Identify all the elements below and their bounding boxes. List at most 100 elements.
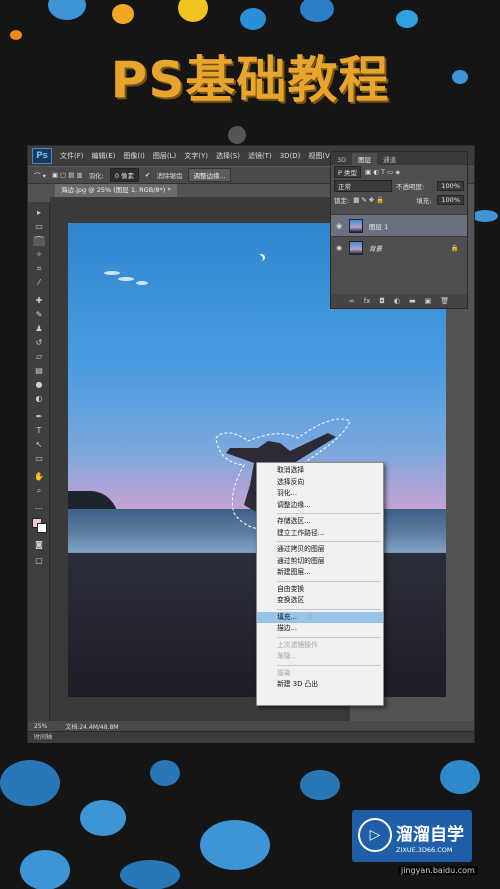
link-icon[interactable]: ∞ (349, 297, 355, 305)
selection-mode-icons[interactable]: ▣ ▢ ▤ ▥ (52, 171, 83, 179)
zoom-level[interactable]: 25% (34, 723, 47, 730)
blur-tool-icon[interactable]: ● (33, 380, 45, 390)
refine-edge-button[interactable]: 调整边缘... (188, 168, 231, 182)
history-brush-icon[interactable]: ↺ (33, 338, 45, 348)
mouse-cursor-icon: ☝ (307, 611, 313, 622)
quick-mask-icon[interactable]: ◙ (33, 540, 45, 550)
layer-name: 图层 1 (369, 222, 389, 231)
lock-icon: 🔒 (450, 243, 459, 252)
layer-name: 背景 (369, 244, 382, 253)
gradient-tool-icon[interactable]: ▤ (33, 366, 45, 376)
context-menu-item[interactable]: 自由变换 (257, 584, 383, 596)
page-title: PS基础教程 (110, 51, 390, 109)
trash-icon[interactable]: 🗑 (440, 297, 449, 305)
context-menu-item[interactable]: 调整边缘... (257, 500, 383, 512)
path-select-tool-icon[interactable]: ↖ (33, 440, 45, 450)
menu-image[interactable]: 图像(I) (119, 151, 149, 161)
menu-layer[interactable]: 图层(L) (149, 151, 180, 161)
pen-tool-icon[interactable]: ✒ (33, 412, 45, 422)
eye-icon[interactable]: ◉ (335, 222, 343, 230)
zoom-tool-icon[interactable]: ⌕ (33, 486, 45, 496)
mask-icon[interactable]: ◘ (379, 297, 385, 305)
context-menu-item[interactable]: 新建图层... (257, 567, 383, 579)
document-size[interactable]: 文档:24.4M/48.8M (65, 722, 118, 731)
lock-icons[interactable]: ▦ ✎ ✥ 🔒 (353, 196, 384, 204)
context-menu-item[interactable]: 建立工作路径... (257, 528, 383, 540)
adjustment-icon[interactable]: ◐ (394, 297, 400, 305)
layer-thumbnail (349, 240, 363, 255)
eraser-tool-icon[interactable]: ▱ (33, 352, 45, 362)
context-menu-item[interactable]: 新建 3D 凸出 (257, 679, 383, 691)
context-menu-item: 渐隐... (277, 652, 298, 660)
move-tool-icon[interactable]: ▸ (33, 208, 45, 218)
watermark-site: ZIXUE.3D66.COM (396, 846, 453, 854)
document-tab[interactable]: 海边.jpg @ 25% (图层 1, RGB/8*) * (55, 184, 177, 197)
opacity-input[interactable]: 100% (437, 181, 464, 191)
lock-row: 锁定: ▦ ✎ ✥ 🔒 填充: 100% (331, 193, 467, 207)
menu-separator (277, 580, 381, 582)
dodge-tool-icon[interactable]: ◐ (33, 394, 45, 404)
folder-icon[interactable]: ▬ (409, 297, 416, 305)
context-menu-item[interactable]: 变换选区 (257, 595, 383, 607)
fill-input[interactable]: 100% (437, 195, 464, 205)
brush-tool-icon[interactable]: ✎ (33, 310, 45, 320)
eye-icon[interactable]: ◉ (335, 244, 343, 252)
filter-icons[interactable]: ▣ ◐ T ▭ ◈ (365, 168, 400, 176)
menu-type[interactable]: 文字(Y) (180, 151, 212, 161)
menu-select[interactable]: 选择(S) (212, 151, 244, 161)
antialias-checkbox[interactable]: ✔ (145, 171, 150, 179)
hand-tool-icon[interactable]: ✋ (33, 472, 45, 482)
tab-3d[interactable]: 3D (331, 155, 352, 165)
context-menu-item[interactable]: 选择反向 (257, 477, 383, 489)
quick-select-tool-icon[interactable]: ✧ (33, 250, 45, 260)
menu-separator (277, 636, 381, 638)
screen-mode-icon[interactable]: ▢ (33, 556, 45, 566)
menu-3d[interactable]: 3D(D) (276, 152, 305, 160)
tab-layers[interactable]: 图层 (352, 153, 378, 165)
antialias-label: 消除锯齿 (156, 172, 183, 180)
tab-channels[interactable]: 通道 (377, 153, 402, 165)
context-menu-item[interactable]: 羽化... (257, 488, 383, 500)
layer-row[interactable]: ◉ 背景 🔒 (331, 236, 467, 258)
crop-tool-icon[interactable]: ⌗ (33, 264, 45, 274)
new-layer-icon[interactable]: ▣ (425, 297, 432, 305)
layers-panel-footer: ∞ fx ◘ ◐ ▬ ▣ 🗑 (331, 294, 467, 308)
feather-input[interactable]: 0 像素 (109, 168, 140, 182)
fx-icon[interactable]: fx (364, 297, 371, 305)
context-menu-item: 渲染 (277, 668, 291, 677)
context-menu-item[interactable]: 填充... ☝ (257, 611, 383, 623)
shape-tool-icon[interactable]: ▭ (33, 454, 45, 464)
menu-separator (277, 608, 381, 610)
lasso-tool-icon[interactable]: ⌒ (33, 236, 45, 246)
opacity-label: 不透明度: (396, 183, 425, 191)
more-tools-icon[interactable]: … (33, 502, 45, 512)
layers-panel: 3D 图层 通道 P 类型 ▣ ◐ T ▭ ◈ 正常 不透明度: 100% 锁定… (330, 151, 468, 309)
marquee-tool-icon[interactable]: ▭ (33, 222, 45, 232)
menu-separator (277, 664, 381, 666)
timeline-panel[interactable]: 时间轴 (28, 731, 474, 743)
watermark: ▷ 溜溜自学 ZIXUE.3D66.COM (352, 810, 472, 862)
context-menu-item[interactable]: 取消选择 (257, 465, 383, 477)
source-credit: jingyan.baidu.com (398, 866, 478, 875)
context-menu-item[interactable]: 描边... (257, 623, 383, 635)
stamp-tool-icon[interactable]: ♟ (33, 324, 45, 334)
blend-mode-select[interactable]: 正常 (334, 180, 392, 192)
kind-filter-select[interactable]: P 类型 (334, 166, 361, 178)
healing-tool-icon[interactable]: ✚ (33, 296, 45, 306)
type-tool-icon[interactable]: T (33, 426, 45, 436)
menu-file[interactable]: 文件(F) (56, 151, 88, 161)
tools-panel: ▸ ▭ ⌒ ✧ ⌗ ⁄ ✚ ✎ ♟ ↺ ▱ ▤ ● ◐ ✒ T ↖ ▭ ✋ ⌕ … (28, 202, 50, 722)
layer-row[interactable]: ◉ 图层 1 (331, 214, 467, 236)
watermark-title: 溜溜自学 (396, 825, 464, 845)
context-menu-item[interactable]: 通过拷贝的图层 (257, 544, 383, 556)
lasso-tool-preset-icon[interactable]: ⌒ ▾ (34, 170, 46, 180)
fill-label: 填充: (416, 197, 432, 205)
background-color-swatch[interactable] (37, 523, 47, 533)
menu-filter[interactable]: 滤镜(T) (244, 151, 276, 161)
menu-edit[interactable]: 编辑(E) (88, 151, 120, 161)
eyedropper-tool-icon[interactable]: ⁄ (33, 278, 45, 288)
context-menu-item[interactable]: 通过剪切的图层 (257, 556, 383, 568)
context-menu-item[interactable]: 存储选区... (257, 516, 383, 528)
layers-panel-tabs: 3D 图层 通道 (331, 152, 467, 165)
blend-row: 正常 不透明度: 100% (331, 179, 467, 193)
